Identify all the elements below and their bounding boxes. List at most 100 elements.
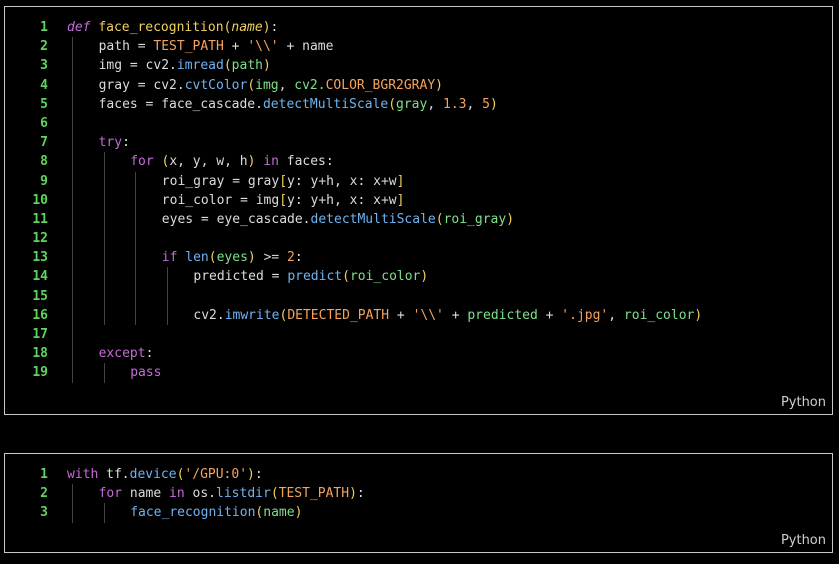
code-token: + bbox=[389, 307, 413, 323]
code-token: in bbox=[169, 486, 185, 502]
code-token: ) bbox=[489, 96, 498, 112]
indent-guide bbox=[72, 305, 73, 325]
code-text: faces = face_cascade.detectMultiScale(gr… bbox=[99, 95, 498, 114]
code-token: faces = face_cascade. bbox=[98, 96, 263, 112]
indent-guide bbox=[72, 190, 73, 210]
line-number: 3 bbox=[40, 58, 48, 74]
code-token: '.jpg' bbox=[561, 307, 609, 323]
code-text: pass bbox=[130, 363, 161, 382]
indent-guide bbox=[72, 113, 73, 134]
code-token: 2 bbox=[287, 250, 295, 266]
code-token: ) bbox=[294, 505, 303, 521]
code-text: roi_gray = gray[y: y+h, x: x+w] bbox=[162, 172, 405, 191]
code-text: face_recognition(name) bbox=[130, 503, 302, 522]
code-line: 16 cv2.imwrite(DETECTED_PATH + '\\' + pre… bbox=[5, 305, 832, 325]
code-token: listdir bbox=[216, 486, 271, 502]
code-token: predict bbox=[287, 269, 343, 285]
line-number: 2 bbox=[40, 486, 48, 502]
indent-guide bbox=[103, 305, 105, 325]
code-token: '\\' bbox=[247, 39, 279, 55]
code-text: path = TEST_PATH + '\\' + name bbox=[99, 37, 334, 56]
line-number: 4 bbox=[40, 77, 48, 93]
indent-guide bbox=[72, 325, 73, 345]
indent-guide bbox=[135, 229, 137, 249]
code-token: for bbox=[98, 486, 123, 502]
code-token: : bbox=[294, 250, 303, 266]
code-token: roi_color = img bbox=[161, 192, 280, 208]
code-token: >= bbox=[263, 250, 280, 266]
indent-guide bbox=[103, 209, 105, 230]
code-line: 14 predicted = predict(roi_color) bbox=[5, 267, 832, 287]
code-token: roi_gray = gray bbox=[161, 173, 280, 189]
line-number: 1 bbox=[40, 20, 48, 35]
line-number: 18 bbox=[32, 346, 48, 362]
code-token: ] bbox=[396, 192, 405, 208]
code-line: 17 bbox=[5, 325, 832, 345]
code-token: except bbox=[98, 346, 146, 362]
indent-guide bbox=[135, 171, 137, 191]
code-token: [ bbox=[279, 173, 288, 189]
code-text: predicted = predict(roi_color) bbox=[193, 267, 428, 286]
indent-guide bbox=[135, 267, 137, 287]
indent-guide bbox=[166, 286, 168, 306]
code-text: def face_recognition(name): bbox=[67, 18, 278, 37]
code-token: img = cv2. bbox=[98, 58, 177, 74]
code-token: detectMultiScale bbox=[310, 211, 436, 227]
indent-guide bbox=[72, 229, 73, 249]
code-token: ( bbox=[435, 211, 444, 227]
code-token: w bbox=[388, 173, 397, 189]
code-token: + bbox=[380, 192, 389, 208]
code-token: ( bbox=[208, 250, 217, 266]
line-number: 10 bbox=[32, 192, 48, 208]
code-token: TEST_PATH bbox=[153, 39, 224, 55]
line-number: 17 bbox=[32, 327, 48, 342]
code-token: 5 bbox=[482, 96, 490, 112]
code-token: ) bbox=[262, 58, 271, 74]
code-token: ) bbox=[247, 467, 255, 482]
code-token: , bbox=[427, 96, 443, 112]
indent-guide bbox=[135, 286, 137, 306]
code-token: : bbox=[254, 467, 263, 482]
code-line: 3 face_recognition(name) bbox=[5, 503, 832, 523]
line-number: 3 bbox=[40, 505, 48, 521]
code-line: 13 if len(eyes) >= 2: bbox=[5, 248, 832, 268]
code-token: len bbox=[185, 250, 209, 266]
code-token: gray = cv2. bbox=[98, 77, 185, 93]
indent-guide bbox=[72, 94, 73, 114]
code-line: 2 path = TEST_PATH + '\\' + name bbox=[5, 37, 832, 57]
code-token: ) bbox=[420, 269, 429, 285]
code-token: + bbox=[318, 192, 327, 208]
code-line: 4 gray = cv2.cvtColor(img, cv2.COLOR_BGR2… bbox=[5, 75, 832, 95]
code-text: roi_color = img[y: y+h, x: x+w] bbox=[162, 191, 405, 210]
code-token: ( bbox=[388, 96, 397, 112]
indent-guide bbox=[72, 484, 73, 504]
code-token: device bbox=[129, 467, 177, 482]
code-area-2[interactable]: 1 with tf.device('/GPU:0'): 2 for name in o… bbox=[5, 465, 832, 523]
code-token: def bbox=[67, 20, 91, 35]
code-line: 1 def face_recognition(name): bbox=[5, 18, 832, 37]
code-line: 3 img = cv2.imread(path) bbox=[5, 56, 832, 76]
indent-guide bbox=[72, 363, 73, 383]
code-token: gray bbox=[396, 96, 428, 112]
code-token: ) bbox=[262, 20, 271, 35]
indent-guide bbox=[72, 56, 73, 76]
code-area-1[interactable]: 1 def face_recognition(name): 2 path = TEST… bbox=[5, 18, 832, 383]
indent-guide bbox=[72, 286, 73, 306]
code-block-2: 1 with tf.device('/GPU:0'): 2 for name in o… bbox=[4, 453, 833, 553]
code-token: with bbox=[67, 467, 99, 482]
indent-guide bbox=[103, 267, 105, 287]
code-text: if len(eyes) >= 2: bbox=[162, 248, 303, 267]
indent-guide bbox=[135, 305, 137, 325]
code-token: roi_gray bbox=[443, 211, 507, 227]
code-text: try: bbox=[99, 133, 130, 152]
code-text: for name in os.listdir(TEST_PATH): bbox=[99, 484, 365, 503]
code-token: faces: bbox=[278, 154, 334, 170]
code-token: path = bbox=[98, 39, 154, 55]
code-token: eyes bbox=[216, 250, 248, 266]
code-line: 8 for (x, y, w, h) in faces: bbox=[5, 152, 832, 172]
code-token: pass bbox=[130, 365, 162, 381]
code-line: 5 faces = face_cascade.detectMultiScale(g… bbox=[5, 94, 832, 114]
code-token: , bbox=[608, 307, 624, 323]
